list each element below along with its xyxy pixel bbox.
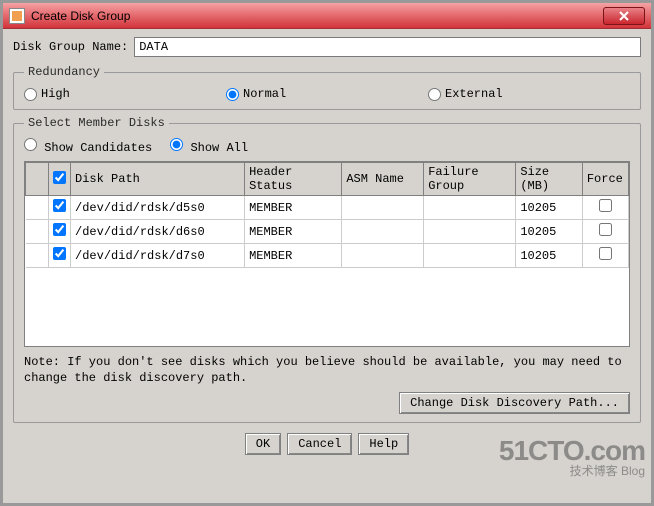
row-blank <box>26 244 49 268</box>
cell-size-mb: 10205 <box>516 244 583 268</box>
show-candidates[interactable]: Show Candidates <box>24 138 152 155</box>
discovery-note: Note: If you don't see disks which you b… <box>24 355 630 386</box>
help-button[interactable]: Help <box>358 433 409 455</box>
app-icon <box>9 8 25 24</box>
disks-table: Disk Path Header Status ASM Name Failure… <box>25 162 629 268</box>
cell-disk-path: /dev/did/rdsk/d5s0 <box>71 196 245 220</box>
window-title: Create Disk Group <box>31 9 130 23</box>
row-select[interactable] <box>48 220 71 244</box>
show-candidates-label: Show Candidates <box>44 141 152 155</box>
row-select[interactable] <box>48 244 71 268</box>
row-checkbox[interactable] <box>53 199 66 212</box>
redundancy-high-label: High <box>41 87 70 101</box>
force-checkbox[interactable] <box>599 247 612 260</box>
cell-force[interactable] <box>582 244 628 268</box>
force-checkbox[interactable] <box>599 223 612 236</box>
close-icon <box>619 11 629 21</box>
titlebar: Create Disk Group <box>3 3 651 29</box>
select-all-checkbox[interactable] <box>53 171 66 184</box>
table-row[interactable]: /dev/did/rdsk/d5s0MEMBER 10205 <box>26 196 629 220</box>
show-all[interactable]: Show All <box>170 138 248 155</box>
redundancy-normal-label: Normal <box>243 87 286 101</box>
cell-asm-name <box>342 220 424 244</box>
row-select[interactable] <box>48 196 71 220</box>
cell-header-status: MEMBER <box>245 196 342 220</box>
disks-table-container: Disk Path Header Status ASM Name Failure… <box>24 161 630 347</box>
row-blank <box>26 196 49 220</box>
ok-button[interactable]: OK <box>245 433 281 455</box>
redundancy-external-label: External <box>445 87 503 101</box>
disk-group-name-label: Disk Group Name: <box>13 40 128 54</box>
show-all-label: Show All <box>190 141 248 155</box>
col-disk-path[interactable]: Disk Path <box>71 163 245 196</box>
cell-header-status: MEMBER <box>245 220 342 244</box>
row-checkbox[interactable] <box>53 247 66 260</box>
disk-group-name-input[interactable] <box>134 37 641 57</box>
cell-failure-group <box>424 220 516 244</box>
col-failure-group[interactable]: Failure Group <box>424 163 516 196</box>
row-checkbox[interactable] <box>53 223 66 236</box>
cancel-button[interactable]: Cancel <box>287 433 352 455</box>
cell-size-mb: 10205 <box>516 196 583 220</box>
redundancy-normal-radio[interactable] <box>226 88 239 101</box>
redundancy-group: Redundancy High Normal External <box>13 65 641 110</box>
col-asm-name[interactable]: ASM Name <box>342 163 424 196</box>
redundancy-legend: Redundancy <box>24 65 104 79</box>
col-force[interactable]: Force <box>582 163 628 196</box>
cell-size-mb: 10205 <box>516 220 583 244</box>
redundancy-high-radio[interactable] <box>24 88 37 101</box>
redundancy-normal[interactable]: Normal <box>226 87 428 101</box>
col-select-all[interactable] <box>48 163 71 196</box>
cell-header-status: MEMBER <box>245 244 342 268</box>
cell-failure-group <box>424 196 516 220</box>
cell-force[interactable] <box>582 220 628 244</box>
cell-asm-name <box>342 244 424 268</box>
cell-disk-path: /dev/did/rdsk/d6s0 <box>71 220 245 244</box>
member-disks-legend: Select Member Disks <box>24 116 169 130</box>
col-size-mb[interactable]: Size (MB) <box>516 163 583 196</box>
show-candidates-radio[interactable] <box>24 138 37 151</box>
redundancy-external-radio[interactable] <box>428 88 441 101</box>
cell-disk-path: /dev/did/rdsk/d7s0 <box>71 244 245 268</box>
close-button[interactable] <box>603 7 645 25</box>
force-checkbox[interactable] <box>599 199 612 212</box>
watermark-small: 技术博客 Blog <box>499 465 645 477</box>
redundancy-high[interactable]: High <box>24 87 226 101</box>
show-all-radio[interactable] <box>170 138 183 151</box>
change-discovery-path-button[interactable]: Change Disk Discovery Path... <box>399 392 630 414</box>
row-blank <box>26 220 49 244</box>
table-row[interactable]: /dev/did/rdsk/d7s0MEMBER 10205 <box>26 244 629 268</box>
member-disks-group: Select Member Disks Show Candidates Show… <box>13 116 641 423</box>
col-header-status[interactable]: Header Status <box>245 163 342 196</box>
table-row[interactable]: /dev/did/rdsk/d6s0MEMBER 10205 <box>26 220 629 244</box>
cell-failure-group <box>424 244 516 268</box>
cell-force[interactable] <box>582 196 628 220</box>
col-blank <box>26 163 49 196</box>
cell-asm-name <box>342 196 424 220</box>
redundancy-external[interactable]: External <box>428 87 630 101</box>
